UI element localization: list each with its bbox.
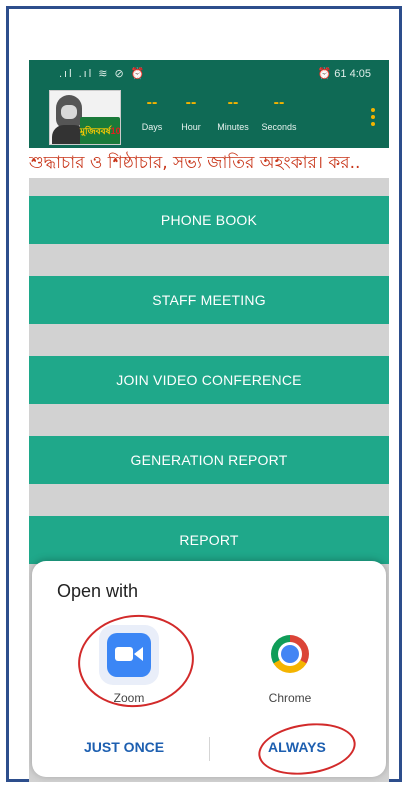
sheet-actions: JUST ONCE ALWAYS bbox=[32, 729, 386, 769]
countdown-seconds: -- Seconds bbox=[257, 94, 301, 132]
logo-text: মুজিববর্ষ bbox=[80, 126, 111, 136]
open-with-title: Open with bbox=[57, 581, 139, 601]
countdown-hour: -- Hour bbox=[173, 94, 209, 132]
zoom-app-option[interactable]: Zoom bbox=[74, 621, 184, 705]
report-button[interactable]: REPORT bbox=[29, 516, 389, 564]
generation-report-button[interactable]: GENERATION REPORT bbox=[29, 436, 389, 484]
open-with-sheet: Open with Zoom Chrome JUST ONCE ALWAYS bbox=[32, 561, 386, 777]
phone-screen: .ıl .ıl ≋ ⊘ ⏰ ⏰ 61 4:05 মুজিববর্ষ100 -- … bbox=[29, 60, 389, 782]
countdown-label: Seconds bbox=[261, 122, 297, 132]
countdown-value: -- bbox=[227, 94, 239, 111]
always-button[interactable]: ALWAYS bbox=[268, 739, 326, 755]
countdown-label: Days bbox=[141, 122, 163, 132]
countdown-label: Minutes bbox=[217, 122, 249, 132]
zoom-label: Zoom bbox=[113, 691, 145, 705]
status-left-icons: .ıl .ıl ≋ ⊘ ⏰ bbox=[59, 68, 147, 80]
chrome-app-option[interactable]: Chrome bbox=[235, 621, 345, 705]
countdown-value: -- bbox=[146, 94, 158, 111]
chrome-label: Chrome bbox=[268, 691, 312, 705]
status-bar: .ıl .ıl ≋ ⊘ ⏰ ⏰ 61 4:05 bbox=[29, 60, 389, 88]
zoom-camera-icon bbox=[107, 633, 151, 677]
logo-number: 100 bbox=[110, 126, 121, 136]
countdown-label: Hour bbox=[181, 122, 201, 132]
actions-divider bbox=[209, 737, 210, 761]
countdown-value: -- bbox=[185, 94, 197, 111]
countdown-value: -- bbox=[273, 94, 285, 111]
status-right-info: ⏰ 61 4:05 bbox=[317, 68, 371, 80]
phone-book-button[interactable]: PHONE BOOK bbox=[29, 196, 389, 244]
zoom-app-tile bbox=[99, 625, 159, 685]
marquee-banner: শুদ্ধাচার ও শিষ্ঠাচার, সভ্য জাতির অহংকার… bbox=[29, 148, 389, 178]
app-header: মুজিববর্ষ100 -- Days -- Hour -- Minutes … bbox=[29, 88, 389, 148]
chrome-icon bbox=[271, 635, 309, 673]
overflow-menu-icon[interactable] bbox=[371, 108, 375, 129]
join-video-conference-button[interactable]: JOIN VIDEO CONFERENCE bbox=[29, 356, 389, 404]
countdown-minutes: -- Minutes bbox=[211, 94, 255, 132]
staff-meeting-button[interactable]: STAFF MEETING bbox=[29, 276, 389, 324]
mujib-portrait-logo: মুজিববর্ষ100 bbox=[49, 90, 121, 145]
just-once-button[interactable]: JUST ONCE bbox=[84, 739, 164, 755]
countdown-days: -- Days bbox=[134, 94, 170, 132]
